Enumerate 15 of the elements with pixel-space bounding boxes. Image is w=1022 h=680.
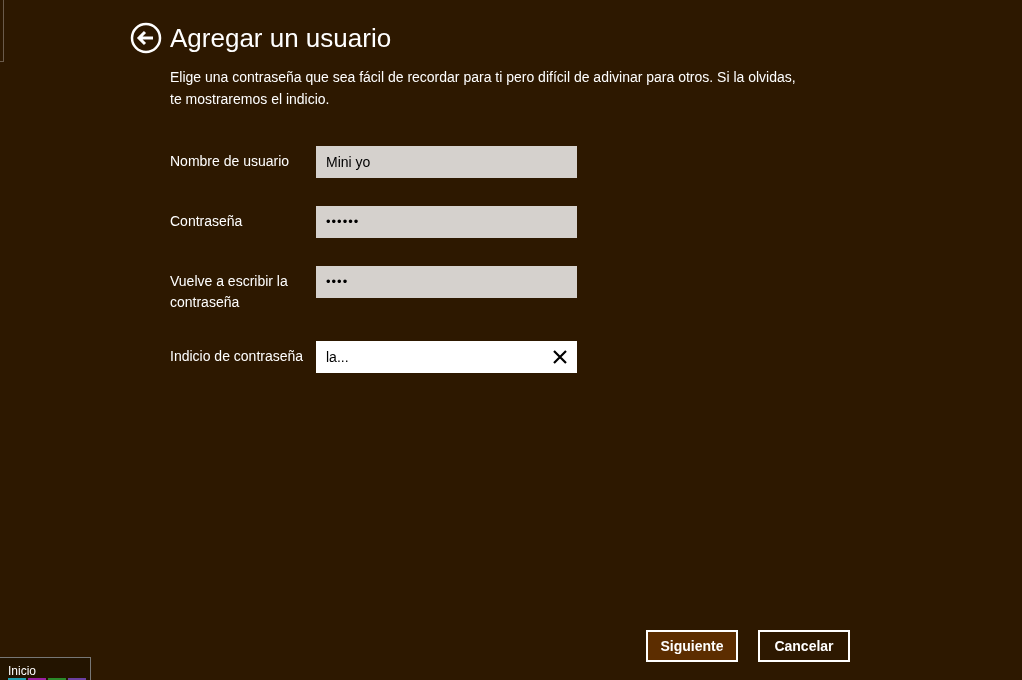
description-text: Elige una contraseña que sea fácil de recordar para ti pero difícil de adivinar para otros. Si la olvidas, te mostraremos el indicio. — [170, 68, 797, 109]
input-field[interactable]: Mini yo — [316, 146, 577, 178]
password-field[interactable]: •••••• — [316, 206, 577, 238]
cancel-button[interactable]: Cancelar — [758, 630, 850, 662]
next-button[interactable]: Siguiente — [646, 630, 738, 662]
field-label: Indicio de contraseña — [170, 347, 305, 366]
start-tooltip[interactable]: Inicio — [0, 657, 91, 680]
field-label: Vuelve a escribir la contraseña — [170, 272, 289, 312]
field-label: Contraseña — [170, 212, 244, 231]
input-field[interactable]: la... — [316, 341, 577, 373]
field-label: Nombre de usuario — [170, 152, 291, 171]
clear-icon[interactable] — [553, 350, 567, 364]
page-title: Agregar un usuario — [170, 22, 392, 54]
back-icon[interactable] — [130, 22, 162, 54]
password-field[interactable]: •••• — [316, 266, 577, 298]
